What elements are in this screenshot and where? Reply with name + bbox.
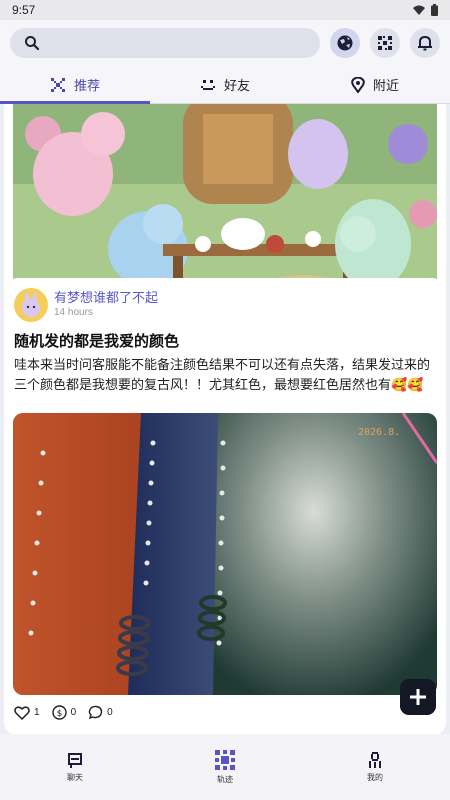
tab-friends[interactable]: 好友 (150, 66, 300, 103)
comment-bubble-icon (88, 705, 103, 720)
post-image[interactable]: 2026.8. (13, 413, 437, 695)
nav-chat-label: 聊天 (67, 773, 83, 782)
post-feed[interactable]: 1 $ 0 5 有梦想谁都了不起 14 hours 随机发的都是我 (0, 104, 450, 734)
post-card[interactable]: 有梦想谁都了不起 14 hours 随机发的都是我爱的颜色 哇本来当时问客服能不… (4, 278, 446, 734)
nav-track-label: 轨迹 (217, 775, 233, 784)
post-author-row[interactable]: 有梦想谁都了不起 14 hours (14, 288, 158, 322)
scan-button[interactable] (370, 28, 400, 58)
pixel-grid-icon (378, 36, 392, 50)
status-bar: 9:57 (0, 0, 450, 20)
tab-nearby[interactable]: 附近 (300, 66, 450, 103)
tab-recommended[interactable]: 推荐 (0, 66, 150, 104)
author-name[interactable]: 有梦想谁都了不起 (54, 291, 158, 307)
globe-icon (337, 35, 353, 51)
tab-nearby-label: 附近 (372, 79, 399, 94)
coin-count: 0 (70, 707, 77, 718)
smiley-icon (200, 79, 215, 90)
like-button[interactable]: 1 (14, 705, 40, 720)
photo-date-stamp: 2026.8. (358, 427, 400, 438)
like-count: 1 (34, 707, 40, 718)
tab-recommended-label: 推荐 (73, 79, 100, 94)
coin-icon: $ (51, 705, 67, 720)
heart-icon (14, 705, 30, 720)
post-body: 哇本来当时问客服能不能备注颜色结果不可以还有点失落，结果发过来的三个颜色都是我想… (14, 358, 431, 393)
post-time: 14 hours (54, 307, 93, 318)
post-actions: 1 $ 0 0 (14, 705, 121, 720)
notification-button[interactable] (410, 28, 440, 58)
nav-chat[interactable]: 聊天 (0, 734, 150, 800)
avatar[interactable] (14, 288, 48, 322)
bottom-nav: 聊天 轨迹 我的 (0, 734, 450, 800)
nav-profile[interactable]: 我的 (300, 734, 450, 800)
globe-button[interactable] (330, 28, 360, 58)
status-time: 9:57 (12, 3, 36, 17)
plus-icon (410, 689, 426, 705)
top-bar (0, 20, 450, 66)
nav-track[interactable]: 轨迹 (150, 734, 300, 800)
comment-count: 0 (107, 707, 113, 718)
tab-friends-label: 好友 (223, 79, 250, 94)
search-bar[interactable] (10, 28, 320, 58)
chat-icon (68, 753, 82, 768)
bell-icon (418, 35, 432, 51)
search-input[interactable] (48, 35, 288, 51)
location-pin-icon (351, 76, 365, 93)
sparkle-grid-icon (50, 77, 65, 92)
feed-tabs: 推荐 好友 附近 (0, 66, 450, 104)
nav-profile-label: 我的 (367, 773, 383, 782)
svg-text:$: $ (56, 709, 62, 719)
comment-button[interactable]: 0 (88, 705, 113, 720)
battery-icon (431, 4, 438, 16)
create-post-button[interactable] (400, 679, 436, 715)
track-icon (215, 750, 235, 770)
post-title: 随机发的都是我爱的颜色 (14, 332, 180, 350)
wifi-icon (413, 5, 425, 15)
profile-icon (369, 752, 381, 768)
search-icon (25, 36, 40, 51)
coin-button[interactable]: $ 0 (51, 705, 77, 720)
